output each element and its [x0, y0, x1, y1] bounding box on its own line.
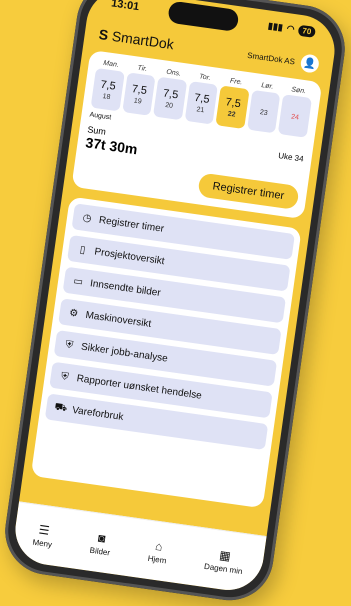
day-saturday[interactable]: Lør. 23 — [246, 81, 282, 134]
day-box[interactable]: 7,5 21 — [184, 81, 219, 125]
bottom-navigation: ☰ Meny ◙ Bilder ⌂ Hjem ▦ Dagen min — [10, 501, 267, 595]
day-wednesday[interactable]: Ons. 7,5 20 — [153, 68, 188, 121]
day-monday[interactable]: Man. 7,5 18 — [90, 59, 126, 112]
clock-icon: ◷ — [82, 212, 93, 225]
phone-frame: 13:01 ▮▮▮ ◠ 70 S SmartDok SmartDok AS 👤 — [0, 0, 351, 606]
excavator-icon: ⚙ — [68, 307, 80, 320]
menu-item-label: Innsendte bilder — [89, 277, 162, 299]
day-hours: 7,5 — [131, 82, 148, 97]
brand-name: SmartDok — [110, 27, 175, 53]
nav-images[interactable]: ◙ Bilder — [89, 529, 113, 557]
home-icon: ⌂ — [154, 538, 164, 554]
battery-indicator: 70 — [297, 24, 317, 38]
day-hours: 7,5 — [99, 78, 117, 93]
day-hours: 7,5 — [224, 95, 242, 110]
app-screen: 13:01 ▮▮▮ ◠ 70 S SmartDok SmartDok AS 👤 — [10, 0, 340, 595]
company-selector[interactable]: SmartDok AS 👤 — [246, 46, 320, 74]
clipboard-icon: ▯ — [79, 243, 87, 256]
day-sunday[interactable]: Søn. 24 — [278, 85, 313, 138]
wifi-icon: ◠ — [286, 22, 296, 34]
day-box[interactable]: 7,5 19 — [121, 72, 156, 116]
image-icon: ▭ — [72, 275, 84, 288]
day-date: 23 — [259, 108, 269, 117]
day-box[interactable]: 7,5 20 — [153, 76, 187, 121]
signal-icon: ▮▮▮ — [267, 19, 284, 32]
brand: S SmartDok — [98, 26, 175, 52]
day-date: 22 — [227, 110, 236, 119]
status-icons: ▮▮▮ ◠ 70 — [267, 19, 317, 38]
menu-item-label: Vareforbruk — [71, 404, 125, 423]
menu-item-label: Registrer timer — [98, 214, 165, 235]
day-friday[interactable]: Fre. 7,5 22 — [215, 77, 251, 130]
day-thursday[interactable]: Tor. 7,5 21 — [184, 72, 219, 125]
phone-mockup: 13:01 ▮▮▮ ◠ 70 S SmartDok SmartDok AS 👤 — [0, 0, 351, 606]
day-date: 24 — [290, 113, 300, 122]
hamburger-icon: ☰ — [37, 521, 51, 538]
nav-label: Hjem — [147, 553, 167, 565]
day-tuesday[interactable]: Tir. 7,5 19 — [121, 63, 157, 116]
day-date: 18 — [102, 92, 111, 101]
menu-item-label: Rapporter uønsket hendelse — [76, 372, 203, 402]
day-box[interactable]: 24 — [278, 94, 313, 138]
nav-menu[interactable]: ☰ Meny — [32, 521, 55, 549]
day-date: 21 — [196, 105, 205, 114]
sum-block: Sum 37t 30m — [85, 124, 140, 157]
nav-label: Meny — [32, 537, 53, 549]
nav-label: Dagen min — [203, 561, 244, 576]
shield-icon: ⛨ — [60, 370, 70, 383]
calendar-icon: ▦ — [218, 547, 232, 563]
day-box[interactable]: 7,5 18 — [90, 67, 125, 112]
company-name: SmartDok AS — [246, 50, 296, 66]
week-number: Uke 34 — [277, 151, 305, 164]
user-icon[interactable]: 👤 — [299, 53, 320, 74]
menu-item-label: Maskinoversikt — [84, 309, 152, 330]
day-box[interactable]: 23 — [246, 89, 281, 134]
day-hours: 7,5 — [193, 91, 211, 106]
day-date: 20 — [164, 101, 174, 110]
menu-item-label: Sikker jobb-analyse — [80, 341, 169, 365]
smartdok-logo-icon: S — [97, 25, 110, 44]
shield-icon: ⛨ — [64, 338, 74, 351]
truck-icon: ⛟ — [53, 400, 68, 414]
nav-home[interactable]: ⌂ Hjem — [147, 538, 169, 565]
camera-icon: ◙ — [97, 530, 107, 546]
nav-label: Bilder — [89, 545, 111, 557]
menu-item-label: Prosjektoversikt — [93, 245, 166, 267]
shortcut-menu: ◷ Registrer timer ▯ Prosjektoversikt ▭ I… — [30, 196, 302, 509]
status-time: 13:01 — [110, 0, 140, 14]
day-hours: 7,5 — [162, 86, 180, 101]
day-box-selected[interactable]: 7,5 22 — [215, 85, 250, 130]
day-date: 19 — [133, 96, 143, 105]
nav-my-day[interactable]: ▦ Dagen min — [204, 545, 246, 575]
